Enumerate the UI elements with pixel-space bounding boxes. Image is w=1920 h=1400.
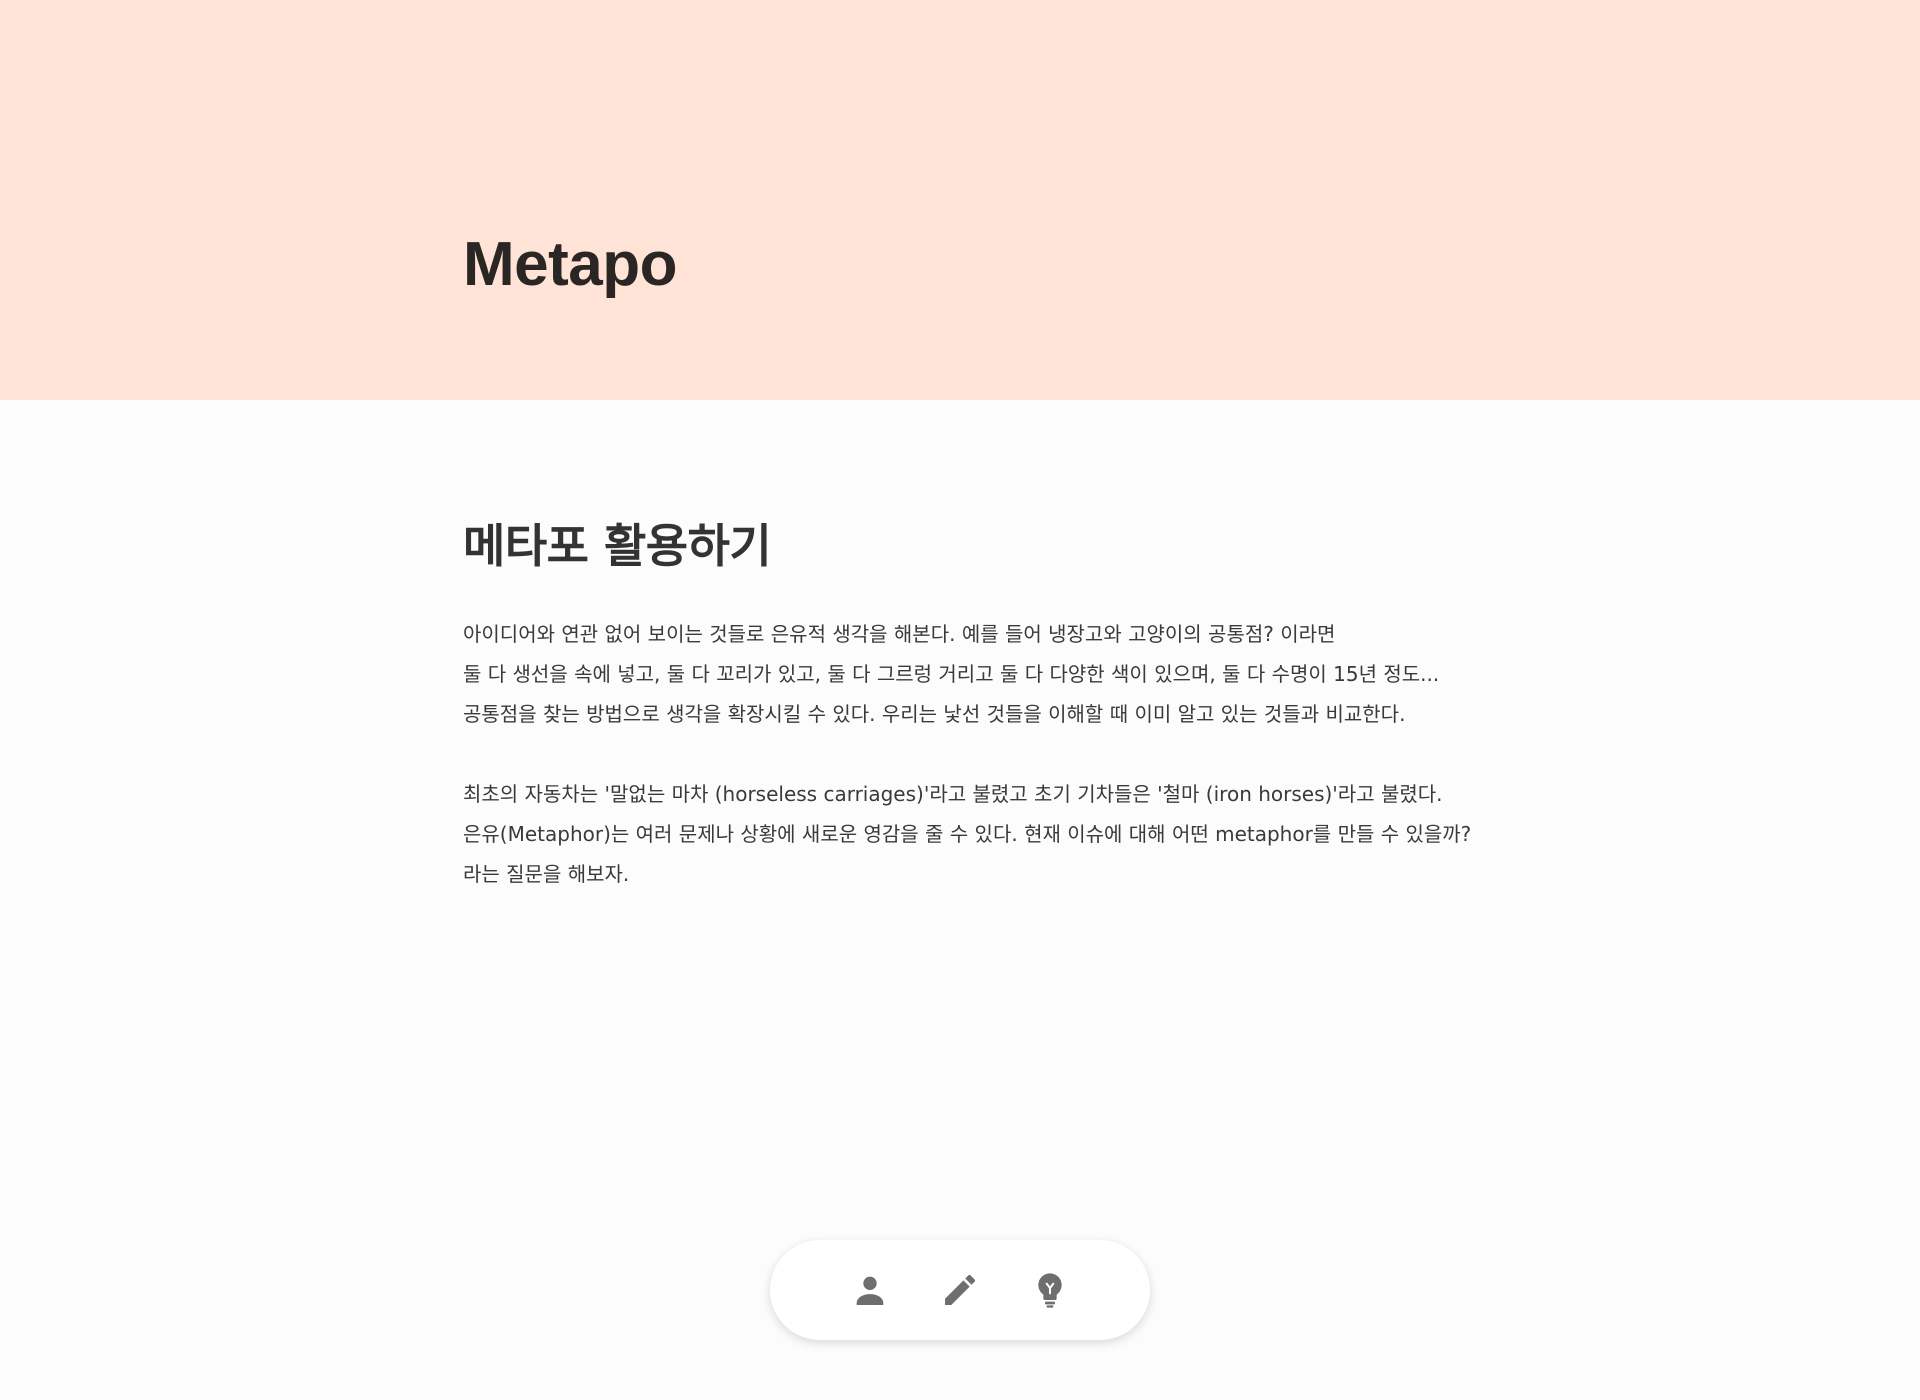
idea-button[interactable] — [1030, 1270, 1070, 1310]
lightbulb-icon — [1038, 1273, 1062, 1308]
paragraph-line: 최초의 자동차는 '말없는 마차 (horseless carriages)'라… — [463, 782, 1443, 806]
paragraph-line: 아이디어와 연관 없어 보이는 것들로 은유적 생각을 해본다. 예를 들어 냉… — [463, 622, 1336, 646]
paragraph-line: 은유(Metaphor)는 여러 문제나 상황에 새로운 영감을 줄 수 있다.… — [463, 822, 1472, 846]
paragraph: 아이디어와 연관 없어 보이는 것들로 은유적 생각을 해본다. 예를 들어 냉… — [463, 614, 1563, 734]
edit-button[interactable] — [940, 1270, 980, 1310]
paragraph-line: 라는 질문을 해보자. — [463, 862, 630, 886]
app-title: Metapo — [463, 230, 678, 299]
paragraph-line: 공통점을 찾는 방법으로 생각을 확장시킬 수 있다. 우리는 낯선 것들을 이… — [463, 702, 1406, 726]
hero-banner: Metapo — [0, 0, 1920, 400]
paragraph-line: 둘 다 생선을 속에 넣고, 둘 다 꼬리가 있고, 둘 다 그르렁 거리고 둘… — [463, 662, 1440, 686]
person-icon — [856, 1276, 884, 1305]
section-heading: 메타포 활용하기 — [463, 519, 772, 573]
bottom-navigation — [770, 1240, 1150, 1340]
paragraph: 최초의 자동차는 '말없는 마차 (horseless carriages)'라… — [463, 774, 1563, 894]
main-content: 메타포 활용하기 아이디어와 연관 없어 보이는 것들로 은유적 생각을 해본다… — [463, 512, 1563, 934]
profile-button[interactable] — [850, 1270, 890, 1310]
pencil-icon — [945, 1274, 976, 1305]
